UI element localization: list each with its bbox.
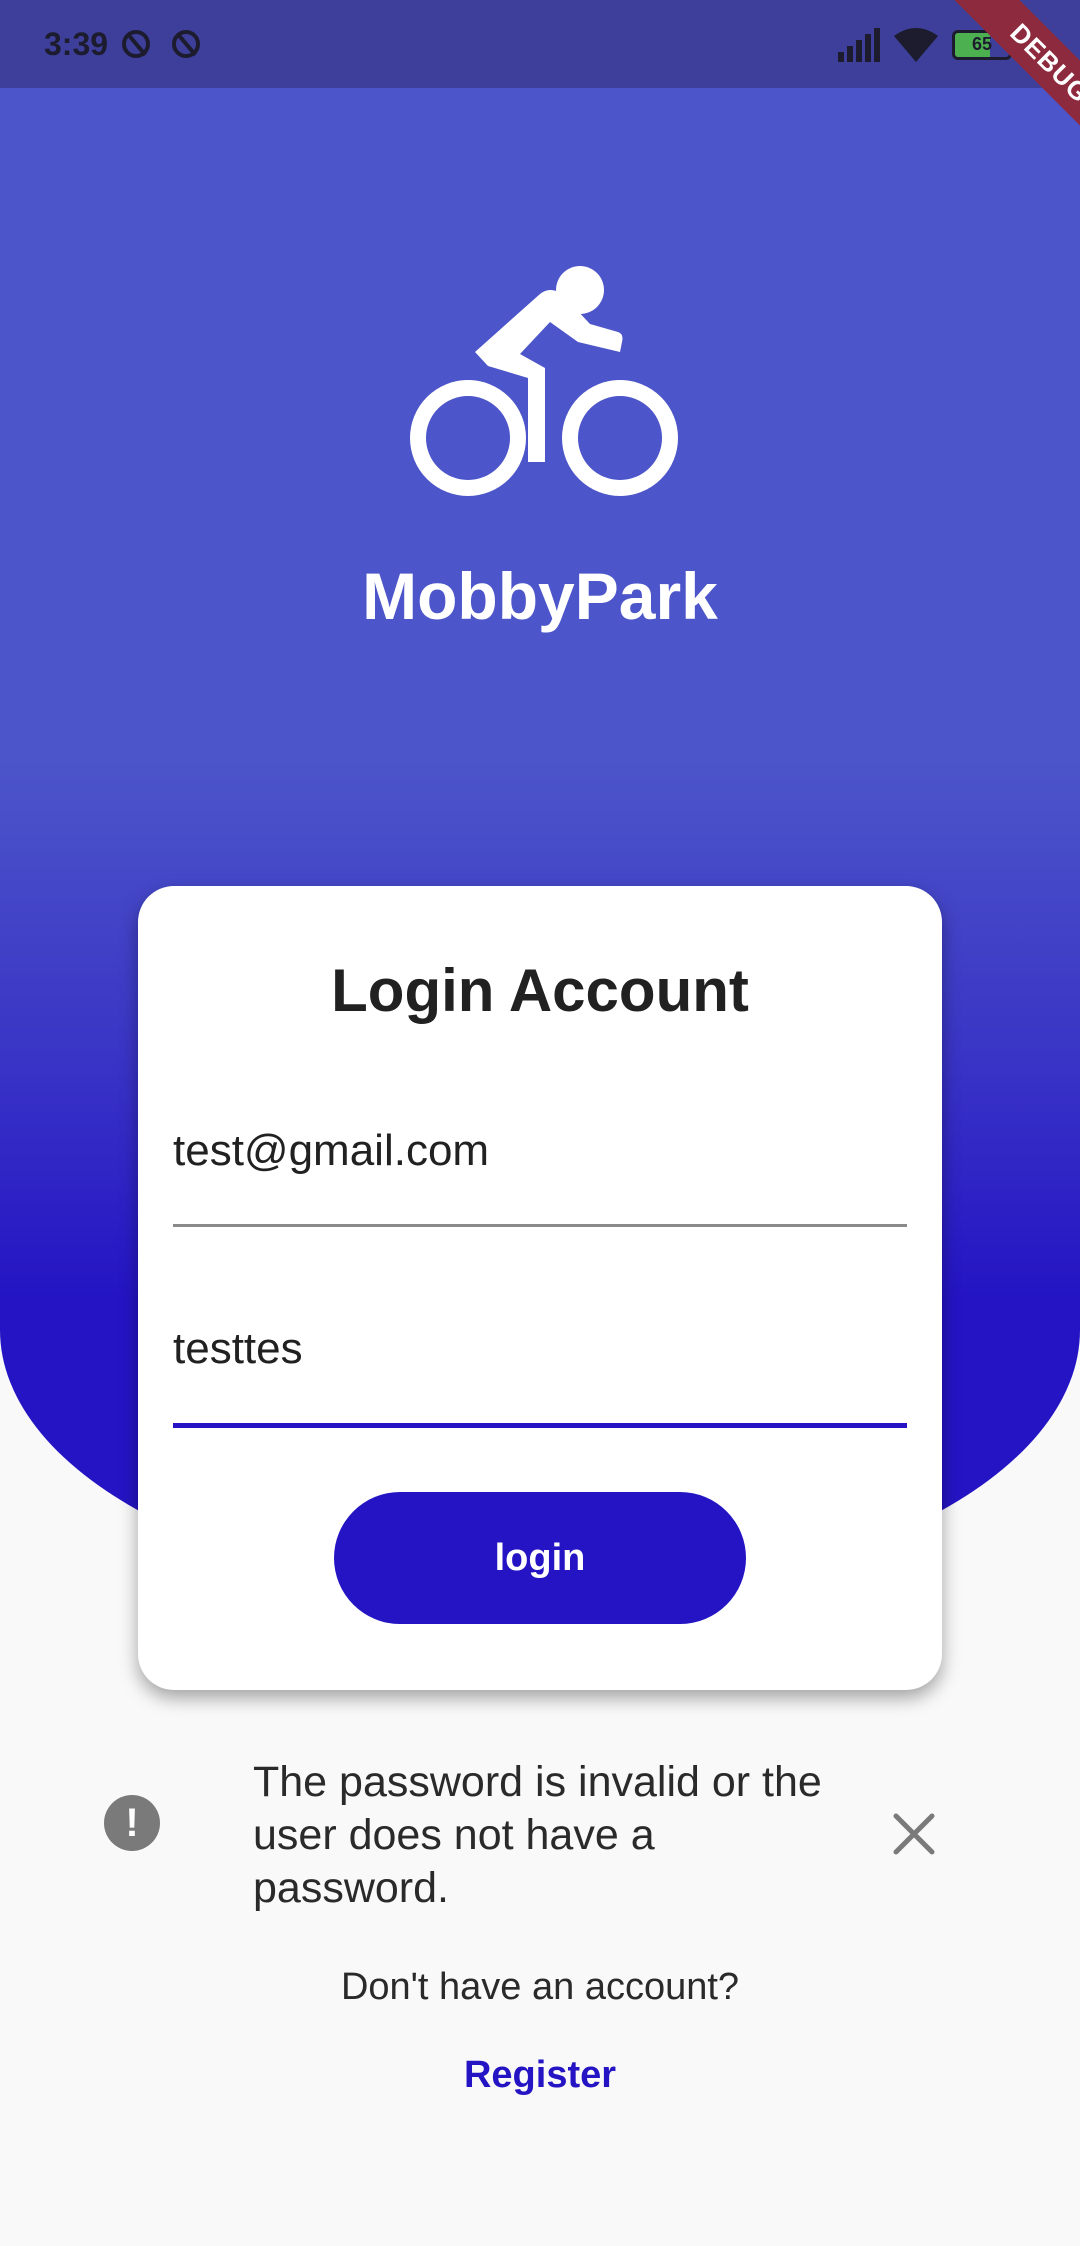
register-link[interactable]: Register — [0, 2054, 1080, 2097]
email-underline — [173, 1224, 907, 1227]
password-input[interactable] — [173, 1324, 907, 1374]
error-icon: ! — [104, 1795, 160, 1851]
email-input[interactable] — [173, 1126, 907, 1176]
status-bar: 3:39 65 — [0, 0, 1080, 88]
error-message: The password is invalid or the user does… — [253, 1758, 822, 1912]
login-button[interactable]: login — [334, 1492, 746, 1624]
no-account-text: Don't have an account? — [340, 1966, 740, 2008]
notification-circle-icon — [122, 30, 150, 58]
signal-icon — [838, 28, 880, 62]
password-field[interactable] — [173, 1324, 907, 1428]
notification-circle-icon — [172, 30, 200, 58]
bike-icon — [410, 266, 678, 496]
login-title: Login Account — [331, 957, 749, 1024]
login-card: Login Account login — [138, 886, 942, 1690]
wifi-icon — [894, 28, 938, 62]
password-underline — [173, 1423, 907, 1428]
email-field[interactable] — [173, 1126, 907, 1227]
close-icon[interactable] — [892, 1812, 936, 1856]
app-title: MobbyPark — [362, 559, 718, 633]
status-time: 3:39 — [44, 26, 109, 62]
